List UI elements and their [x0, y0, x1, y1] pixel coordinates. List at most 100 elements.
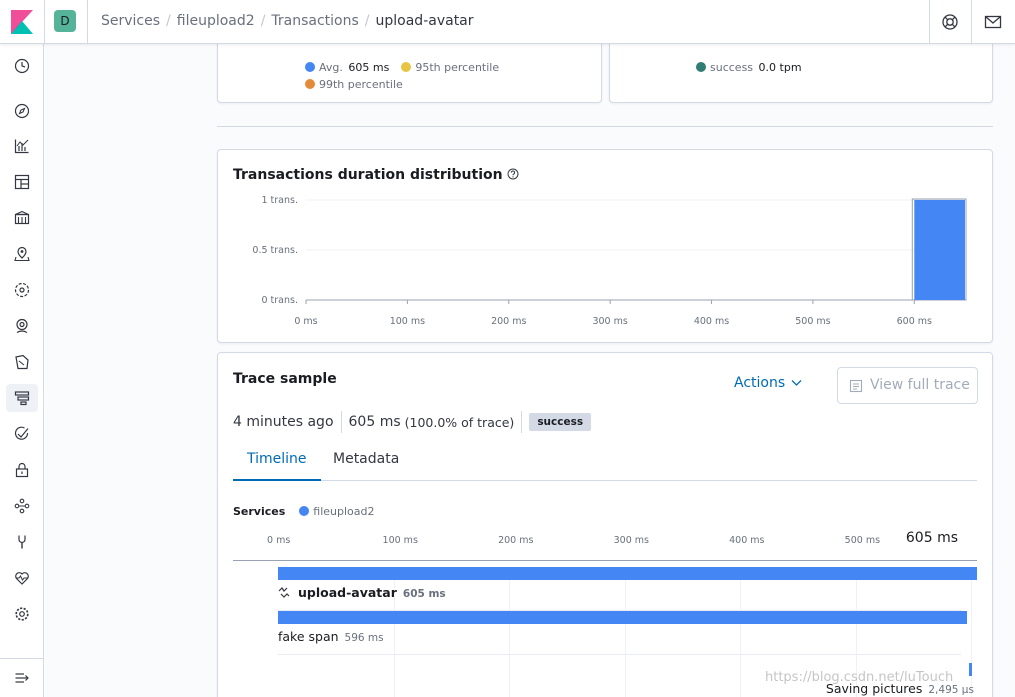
span-name: fake span	[278, 629, 339, 644]
nav-siem[interactable]	[6, 456, 38, 484]
nav-monitoring[interactable]	[6, 564, 38, 592]
document-icon	[849, 379, 863, 393]
nav-discover[interactable]	[6, 97, 38, 125]
watermark: https://blog.csdn.net/luTouch	[765, 670, 954, 685]
nav-uptime[interactable]	[6, 420, 38, 448]
distribution-chart: 0 trans. 0.5 trans. 1 trans. 0 ms 100 ms 200 …	[252, 195, 967, 327]
legend-dot	[305, 62, 315, 72]
gear-icon	[15, 607, 29, 621]
distribution-panel: Transactions duration distribution 0 tra…	[217, 149, 993, 343]
latency-legend: 99th percentile	[305, 78, 403, 91]
clock-icon	[14, 58, 30, 74]
y-tick-label: 1 trans.	[261, 195, 298, 206]
breadcrumb-separator: /	[166, 13, 171, 29]
wrench-icon	[18, 535, 26, 549]
legend-label: 99th percentile	[319, 78, 403, 91]
timeline-max-duration: 605 ms	[905, 530, 958, 546]
x-tick-label: 300 ms	[592, 316, 627, 327]
throughput-panel: success 0.0 tpm	[609, 44, 993, 103]
timeline-scale: 605 ms 0 ms 100 ms 200 ms 300 ms 400 ms 500 m…	[233, 525, 977, 561]
side-nav	[0, 44, 44, 697]
span-bar[interactable]	[968, 663, 972, 676]
timeline-scale-tick: 400 ms	[729, 535, 765, 546]
divider	[0, 658, 44, 659]
divider	[44, 0, 45, 44]
legend-dot	[401, 62, 412, 72]
latency-panel: Avg. 605 ms 95th percentile 99th percenti…	[217, 44, 602, 103]
tab-timeline[interactable]: Timeline	[233, 451, 321, 481]
heartbeat-icon	[15, 572, 29, 585]
trace-duration-percent: (100.0% of trace)	[404, 414, 515, 430]
legend-item[interactable]: fileupload2	[299, 505, 375, 518]
lock-icon	[15, 462, 29, 478]
legend-item[interactable]: 95th percentile	[401, 61, 499, 74]
view-full-trace-button[interactable]: View full trace	[837, 367, 978, 404]
trace-sample-panel: Trace sample Actions View full trace 4 m…	[217, 352, 993, 697]
timeline-scale-tick: 100 ms	[382, 535, 418, 546]
nav-visualize[interactable]	[6, 132, 38, 160]
visualize-icon	[14, 139, 29, 154]
divider	[217, 126, 993, 127]
span-label: fake span 596 ms	[278, 629, 384, 644]
legend-item[interactable]: success 0.0 tpm	[696, 61, 802, 74]
bar	[914, 200, 965, 300]
maps-icon	[14, 246, 30, 262]
breadcrumb-current: upload-avatar	[375, 13, 474, 29]
tab-metadata[interactable]: Metadata	[319, 451, 413, 479]
nav-apm[interactable]	[6, 384, 38, 412]
nav-metrics[interactable]	[6, 312, 38, 340]
nav-ml[interactable]	[6, 276, 38, 304]
service-name: fileupload2	[313, 505, 375, 518]
help-icon[interactable]	[941, 13, 959, 31]
timeline-gridline	[971, 567, 973, 697]
nav-dev-tools[interactable]	[6, 528, 38, 556]
space-avatar[interactable]: D	[54, 10, 76, 32]
nav-dashboard[interactable]	[6, 168, 38, 196]
canvas-icon	[14, 210, 30, 225]
x-tick-label: 400 ms	[694, 316, 729, 327]
kibana-logo-icon[interactable]	[11, 10, 33, 34]
nav-logs[interactable]	[6, 348, 38, 376]
menu-collapse-icon	[15, 673, 29, 683]
uptime-icon	[14, 426, 29, 440]
y-tick-label: 0 trans.	[261, 295, 298, 306]
legend-value: 0.0 tpm	[758, 61, 802, 74]
nav-canvas[interactable]	[6, 204, 38, 232]
nav-maps[interactable]	[6, 240, 38, 268]
mail-icon[interactable]	[984, 13, 1002, 31]
breadcrumb-service[interactable]: fileupload2	[177, 13, 255, 29]
actions-button[interactable]: Actions	[734, 375, 802, 391]
services-legend: Services fileupload2	[233, 505, 375, 518]
span-bar[interactable]	[278, 567, 977, 580]
nav-recent[interactable]	[6, 52, 38, 80]
nav-collapse[interactable]	[6, 664, 38, 692]
x-tick-label: 500 ms	[795, 316, 830, 327]
breadcrumb-transactions[interactable]: Transactions	[271, 13, 358, 29]
dashboard-icon	[14, 174, 30, 190]
timeline-span-row[interactable]: upload-avatar 605 ms	[278, 567, 977, 611]
divider	[971, 0, 972, 44]
legend-item[interactable]: 99th percentile	[305, 78, 403, 91]
trace-duration: 605 ms	[348, 414, 401, 430]
legend-label: 95th percentile	[415, 61, 500, 74]
x-tick-label: 600 ms	[897, 316, 932, 327]
breadcrumb-services[interactable]: Services	[101, 13, 160, 29]
nav-management[interactable]	[6, 600, 38, 628]
legend-item[interactable]: Avg. 605 ms	[305, 61, 389, 74]
span-bar[interactable]	[278, 611, 967, 624]
actions-label: Actions	[734, 375, 786, 391]
timeline-span-row[interactable]: fake span 596 ms	[278, 611, 967, 655]
divider	[87, 0, 88, 44]
nav-graph[interactable]	[6, 492, 38, 520]
timeline-scale-tick: 0 ms	[267, 535, 291, 546]
apm-icon	[14, 391, 30, 406]
span-duration: 596 ms	[344, 632, 384, 644]
divider	[340, 411, 342, 433]
compass-icon	[14, 103, 30, 119]
x-tick-label: 100 ms	[390, 316, 425, 327]
trace-summary: 4 minutes ago 605 ms (100.0% of trace) succ…	[233, 411, 592, 435]
legend-label: Avg.	[319, 61, 343, 74]
services-label: Services	[233, 505, 286, 518]
legend-value: 605 ms	[348, 61, 390, 74]
latency-legend: Avg. 605 ms 95th percentile	[305, 61, 499, 74]
